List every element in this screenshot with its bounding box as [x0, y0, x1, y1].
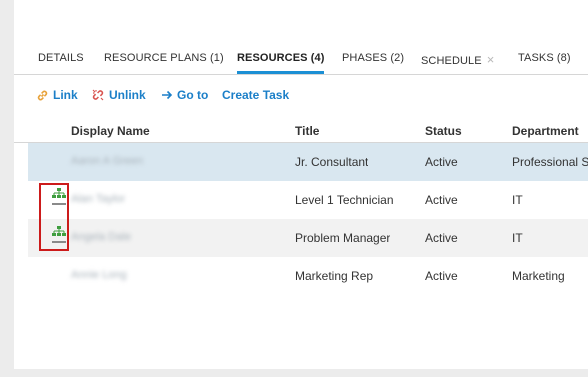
table-header: Display Name Title Status Department — [14, 118, 588, 143]
column-title[interactable]: Title — [295, 124, 319, 138]
status-cell: Active — [425, 231, 458, 245]
resources-panel: DETAILS RESOURCE PLANS (1) RESOURCES (4)… — [14, 0, 588, 369]
tab-bar: DETAILS RESOURCE PLANS (1) RESOURCES (4)… — [14, 44, 588, 75]
table-row[interactable]: Alan Taylor Level 1 Technician Active IT — [28, 181, 588, 219]
department-cell: IT — [512, 193, 523, 207]
tab-details[interactable]: DETAILS — [38, 52, 84, 74]
display-name-cell[interactable]: Angela Dale — [71, 231, 271, 243]
display-name-cell[interactable]: Annie Long — [71, 269, 271, 281]
unlink-label: Unlink — [109, 88, 146, 102]
column-department[interactable]: Department — [512, 124, 579, 138]
link-button[interactable]: Link — [36, 88, 78, 102]
goto-button[interactable]: Go to — [161, 88, 208, 102]
create-task-label: Create Task — [222, 88, 290, 102]
tab-resources[interactable]: RESOURCES (4) — [237, 52, 325, 74]
display-name-cell[interactable]: Alan Taylor — [71, 193, 271, 205]
tab-tasks[interactable]: TASKS (8) — [518, 52, 571, 74]
tab-schedule[interactable]: SCHEDULE × — [421, 52, 494, 74]
status-cell: Active — [425, 193, 458, 207]
goto-label: Go to — [177, 88, 209, 102]
link-label: Link — [53, 88, 78, 102]
title-cell: Marketing Rep — [295, 269, 374, 283]
column-display-name[interactable]: Display Name — [71, 124, 150, 138]
status-cell: Active — [425, 269, 458, 283]
department-cell: Professional Se — [512, 155, 588, 169]
tab-schedule-label: SCHEDULE — [421, 55, 482, 67]
highlight-box — [39, 183, 69, 251]
column-status[interactable]: Status — [425, 124, 462, 138]
department-cell: Marketing — [512, 269, 565, 283]
unlink-icon — [92, 89, 104, 101]
table-row[interactable]: Annie Long Marketing Rep Active Marketin… — [28, 257, 588, 295]
arrow-right-icon — [162, 90, 173, 100]
close-icon[interactable]: × — [487, 52, 495, 67]
title-cell: Problem Manager — [295, 231, 391, 245]
tab-resource-plans[interactable]: RESOURCE PLANS (1) — [104, 52, 224, 74]
display-name-cell[interactable]: Aaron A Green — [71, 155, 271, 167]
department-cell: IT — [512, 231, 523, 245]
table-row[interactable]: Aaron A Green Jr. Consultant Active Prof… — [28, 143, 588, 181]
create-task-button[interactable]: Create Task — [222, 88, 289, 102]
table-row[interactable]: Angela Dale Problem Manager Active IT — [28, 219, 588, 257]
unlink-button[interactable]: Unlink — [91, 88, 146, 102]
title-cell: Jr. Consultant — [295, 155, 369, 169]
status-cell: Active — [425, 155, 458, 169]
link-icon — [37, 90, 48, 100]
title-cell: Level 1 Technician — [295, 193, 394, 207]
tab-phases[interactable]: PHASES (2) — [342, 52, 404, 74]
toolbar: Link Unlink Go to Create Task — [14, 88, 588, 106]
